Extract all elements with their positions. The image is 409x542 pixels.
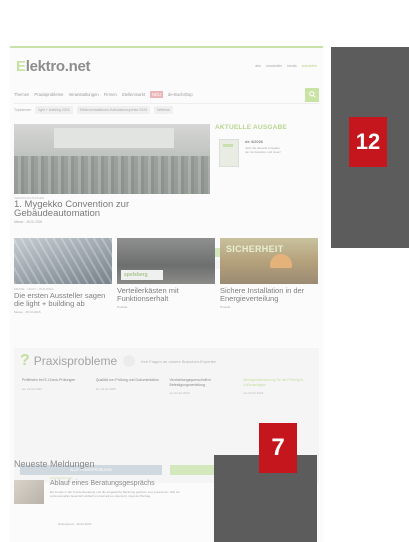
nav-item[interactable]: Stellenmarkt bbox=[122, 92, 145, 97]
praxis-item[interactable]: Qualität von Prüfung und Dokumentation a… bbox=[96, 378, 164, 396]
article-image-hall bbox=[14, 238, 112, 284]
issue-text: Jetzt die aktuelle Ausgabe der de bestel… bbox=[245, 146, 282, 154]
hero-stage-shape bbox=[54, 128, 174, 148]
praxis-list: Prüffristen bei E-Check-Prüfungen am 24.… bbox=[14, 374, 319, 400]
number-badge-12: 12 bbox=[349, 117, 387, 167]
news-date: Hintergrund · 26.02.2026 bbox=[58, 522, 92, 526]
screenshot-stage: Elektro.net abo newsletter media anmelde… bbox=[0, 0, 409, 542]
new-badge[interactable]: NEU bbox=[150, 91, 163, 98]
article-card[interactable]: MESSE · LIGHT + BUILDING Die ersten Auss… bbox=[14, 238, 112, 316]
hero-date: Messe · 26.02.2026 bbox=[14, 220, 43, 224]
article-title[interactable]: Verteilerkästen mit Funktionserhalt bbox=[117, 287, 215, 302]
nav-item-shop[interactable]: de-Buchshop bbox=[168, 92, 193, 97]
praxis-item-title[interactable]: Verdrahtungsquerschnitt in Befestigungsv… bbox=[170, 378, 238, 387]
praxis-item-date: am 24.02.2026 bbox=[22, 386, 43, 391]
hero-title[interactable]: 1. Mygekko Convention zur Gebäudeautomat… bbox=[14, 200, 210, 219]
search-button[interactable] bbox=[305, 87, 319, 102]
nav-item[interactable]: Veranstaltungen bbox=[68, 92, 98, 97]
article-card[interactable]: spelsberg Verteilerkästen mit Funktionse… bbox=[117, 238, 215, 316]
hero-image[interactable] bbox=[14, 124, 210, 194]
topic-chip[interactable]: Elektroinstallations-Kalkulationspreise … bbox=[76, 106, 151, 114]
issue-number: de 4/2026 bbox=[245, 139, 264, 144]
nav-item[interactable]: Praxisprobleme bbox=[34, 92, 63, 97]
praxis-item-title[interactable]: Qualität von Prüfung und Dokumentation bbox=[96, 378, 164, 383]
news-heading: Neueste Meldungen bbox=[14, 459, 95, 469]
number-badge-7: 7 bbox=[259, 423, 297, 473]
article-image-distribution-box: spelsberg bbox=[117, 238, 215, 284]
topic-label: Topthemen bbox=[14, 108, 32, 112]
helmet-shape bbox=[270, 254, 292, 268]
main-nav: Themen Praxisprobleme Veranstaltungen Fi… bbox=[14, 86, 319, 104]
praxis-item[interactable]: Prüffristen bei E-Check-Prüfungen am 24.… bbox=[22, 378, 90, 396]
article-card[interactable]: SICHERHEIT Sichere Installation in der E… bbox=[220, 238, 318, 316]
praxis-item-date: am 23.02.2026 bbox=[243, 391, 264, 395]
praxis-header: ? Praxisprobleme Ihre Fragen an unsere B… bbox=[14, 348, 319, 374]
nav-item[interactable]: Themen bbox=[14, 92, 29, 97]
praxis-item[interactable]: Messgerätemessung für die Prüfung in Auß… bbox=[243, 378, 311, 396]
news-thumbnail[interactable] bbox=[14, 480, 44, 504]
arrow-right-icon[interactable] bbox=[123, 355, 136, 367]
article-date: Produkt bbox=[117, 305, 128, 310]
praxis-title[interactable]: Praxisprobleme bbox=[34, 354, 117, 368]
top-link[interactable]: abo bbox=[255, 64, 261, 68]
article-date: Messe · 25.02.2026 bbox=[14, 310, 41, 315]
search-icon bbox=[308, 91, 316, 98]
article-title[interactable]: Sichere Installation in der Energieverte… bbox=[220, 287, 318, 302]
top-link[interactable]: newsletter bbox=[266, 64, 282, 68]
article-date: Produkt bbox=[220, 305, 231, 310]
praxis-item-title[interactable]: Messgerätemessung für die Prüfung in Auß… bbox=[243, 378, 311, 387]
issue-content: de 4/2026 Jetzt die aktuelle Ausgabe der… bbox=[215, 135, 319, 195]
site-logo[interactable]: Elektro.net bbox=[16, 58, 91, 75]
praxis-subtitle: Ihre Fragen an unsere Branchen-Experten bbox=[141, 358, 217, 364]
news-title[interactable]: Ablauf eines Beratungsgesprächs bbox=[50, 480, 155, 487]
praxis-item-title[interactable]: Prüffristen bei E-Check-Prüfungen bbox=[22, 378, 90, 383]
spelsberg-logo: spelsberg bbox=[121, 270, 163, 280]
magazine-cover-image[interactable] bbox=[219, 139, 239, 167]
issue-heading: AKTUELLE AUSGABE bbox=[215, 124, 287, 131]
praxis-item-date: am 24.02.2026 bbox=[95, 386, 116, 391]
news-teaser: Ein Kunde in der Kundenberatung und die … bbox=[50, 490, 180, 498]
praxis-item[interactable]: Verdrahtungsquerschnitt in Befestigungsv… bbox=[170, 378, 238, 396]
article-title[interactable]: Die ersten Aussteller sagen die light + … bbox=[14, 292, 112, 307]
login-link[interactable]: anmelden bbox=[302, 64, 317, 68]
nav-item[interactable]: Firmen bbox=[104, 92, 117, 97]
praxis-item-date: am 23.02.2026 bbox=[169, 391, 190, 395]
image-overlay-text: SICHERHEIT bbox=[226, 244, 284, 254]
top-link[interactable]: media bbox=[287, 64, 297, 68]
site-header: Elektro.net abo newsletter media anmelde… bbox=[10, 48, 323, 84]
hero-crowd-shape bbox=[14, 156, 210, 194]
topic-bar: Topthemen light + building 2026 Elektroi… bbox=[14, 104, 319, 116]
article-image-worker: SICHERHEIT bbox=[220, 238, 318, 284]
topic-chip[interactable]: Webinar bbox=[154, 106, 174, 114]
question-mark-icon: ? bbox=[20, 352, 30, 369]
topic-chip[interactable]: light + building 2026 bbox=[35, 106, 73, 114]
top-links: abo newsletter media anmelden bbox=[255, 64, 317, 68]
